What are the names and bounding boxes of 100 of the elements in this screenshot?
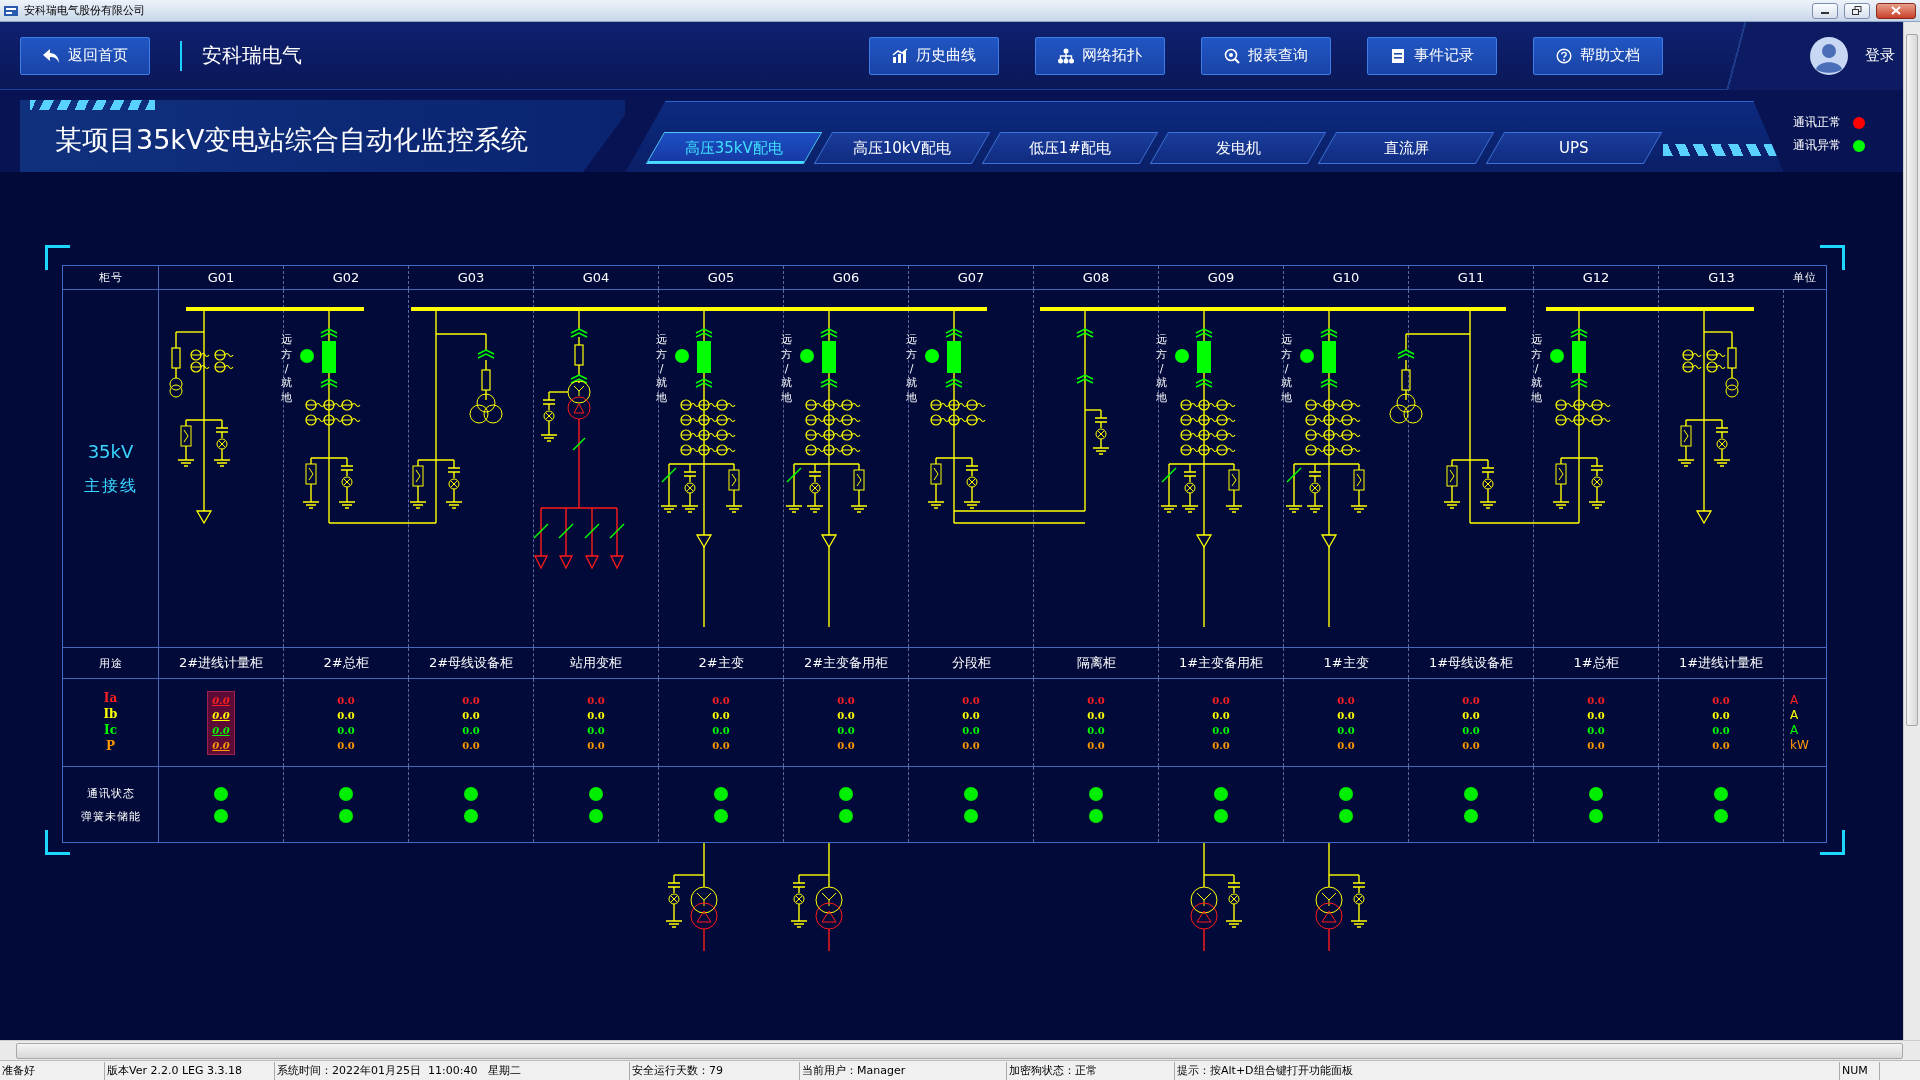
measurement-value: 0.0 <box>1587 738 1605 753</box>
measurement-value: 0.0 <box>1587 708 1605 723</box>
tab[interactable]: 高压35kV配电 <box>646 132 823 164</box>
bar-chart-icon <box>892 47 908 64</box>
measurement-value: 0.0 <box>1212 723 1230 738</box>
tab[interactable]: 直流屏 <box>1318 132 1495 164</box>
table-cell: 1#主变 <box>1323 654 1369 672</box>
restore-button[interactable] <box>1844 2 1870 19</box>
unit-label: A <box>1790 692 1799 708</box>
column-header: 柜号 <box>98 270 123 285</box>
nav-button[interactable]: 报表查询 <box>1201 36 1331 75</box>
column-header: G10 <box>1332 270 1360 285</box>
table-cell: 1#进线计量柜 <box>1678 654 1764 672</box>
measurement-value: 0.0 <box>962 738 980 753</box>
tab[interactable]: 高压10kV配电 <box>814 132 991 164</box>
measurement-value: 0.0 <box>1087 708 1105 723</box>
status-field: NUM <box>1840 1061 1880 1080</box>
table-cell: 2#总柜 <box>323 654 369 672</box>
nav-button[interactable]: 网络拓扑 <box>1035 36 1165 75</box>
measurement-value: 0.0 <box>1462 708 1480 723</box>
measurement-value: 0.0 <box>1712 708 1730 723</box>
measurement-value: 0.0 <box>462 738 480 753</box>
table-cell: 隔离柜 <box>1076 654 1116 672</box>
search-icon <box>1224 47 1240 64</box>
measurement-value: 0.0 <box>212 708 230 723</box>
measurement-value: 0.0 <box>587 708 605 723</box>
row-label: 用途 <box>98 655 123 671</box>
column-header: G11 <box>1457 270 1485 285</box>
tab[interactable]: 低压1#配电 <box>982 132 1159 164</box>
measurement-value: 0.0 <box>587 693 605 708</box>
table-cell: 1#总柜 <box>1573 654 1619 672</box>
table-cell: 2#主变 <box>698 654 744 672</box>
row-label: 弹簧未储能 <box>80 808 141 824</box>
window-title: 安科瑞电气股份有限公司 <box>24 3 145 18</box>
measurement-value: 0.0 <box>1462 723 1480 738</box>
unit-label: A <box>1790 722 1799 738</box>
mode-label: 远方/就地 <box>1156 332 1167 405</box>
measurement-value: 0.0 <box>337 723 355 738</box>
close-icon <box>1891 6 1901 15</box>
column-header: G02 <box>332 270 360 285</box>
table-cell: 1#主变备用柜 <box>1178 654 1264 672</box>
back-button[interactable]: 返回首页 <box>20 36 150 75</box>
scrollbar-thumb[interactable] <box>16 1042 1903 1059</box>
nav-button[interactable]: 事件记录 <box>1367 36 1497 75</box>
column-header: G07 <box>957 270 985 285</box>
row-label: 通讯状态 <box>86 785 135 801</box>
measurement-value: 0.0 <box>587 738 605 753</box>
login-link[interactable]: 登录 <box>1865 46 1895 65</box>
measurement-value: 0.0 <box>837 708 855 723</box>
measurement-value: 0.0 <box>1462 693 1480 708</box>
document-icon <box>1390 47 1406 64</box>
tab[interactable]: UPS <box>1486 132 1663 164</box>
measurement-value: 0.0 <box>1712 738 1730 753</box>
status-field: 准备好 <box>0 1061 105 1080</box>
measurement-value: 0.0 <box>837 738 855 753</box>
column-header: G13 <box>1708 270 1735 285</box>
mode-label: 远方/就地 <box>906 332 917 405</box>
measurement-value: 0.0 <box>1712 723 1730 738</box>
corner-bracket <box>45 830 70 855</box>
column-header: G08 <box>1082 270 1110 285</box>
measurement-value: 0.0 <box>1587 693 1605 708</box>
minimize-button[interactable] <box>1812 2 1838 19</box>
close-button[interactable] <box>1876 2 1916 19</box>
corner-bracket <box>45 245 70 270</box>
status-field: 当前用户：Manager <box>800 1061 1007 1080</box>
column-header: G01 <box>207 270 235 285</box>
measurement-value: 0.0 <box>1337 738 1355 753</box>
scrollbar-thumb[interactable] <box>1906 34 1918 726</box>
table-cell: 1#母线设备柜 <box>1428 654 1514 672</box>
diagram-label: 35kV <box>87 440 134 462</box>
status-field: 系统时间：2022年01月25日 11:00:40 星期二 <box>275 1061 630 1080</box>
measurement-value: 0.0 <box>462 693 480 708</box>
nav-button[interactable]: 历史曲线 <box>869 36 999 75</box>
measurement-value: 0.0 <box>1462 738 1480 753</box>
measurement-value: 0.0 <box>712 723 730 738</box>
measurement-value: 0.0 <box>337 738 355 753</box>
mode-label: 远方/就地 <box>1531 332 1542 405</box>
column-header: G12 <box>1582 270 1610 285</box>
measurement-value: 0.0 <box>337 693 355 708</box>
table-cell: 2#母线设备柜 <box>428 654 514 672</box>
network-icon <box>1058 47 1074 64</box>
nav-button[interactable]: 帮助文档 <box>1533 36 1663 75</box>
measurement-value: 0.0 <box>837 723 855 738</box>
mode-label: 远方/就地 <box>781 332 792 405</box>
measure-label: P <box>106 739 115 754</box>
unit-label: A <box>1790 707 1799 723</box>
measurement-value: 0.0 <box>587 723 605 738</box>
help-icon <box>1556 47 1572 64</box>
column-header: G09 <box>1207 270 1235 285</box>
measurement-value: 0.0 <box>1087 723 1105 738</box>
back-arrow-icon <box>42 47 60 64</box>
table-cell: 2#进线计量柜 <box>178 654 264 672</box>
corner-bracket <box>1820 245 1845 270</box>
measurement-value: 0.0 <box>1212 693 1230 708</box>
column-header: G04 <box>582 270 610 285</box>
measurement-value: 0.0 <box>212 723 230 738</box>
column-header: G03 <box>457 270 485 285</box>
tab[interactable]: 发电机 <box>1150 132 1327 164</box>
measurement-value: 0.0 <box>1212 738 1230 753</box>
measurement-value: 0.0 <box>712 693 730 708</box>
